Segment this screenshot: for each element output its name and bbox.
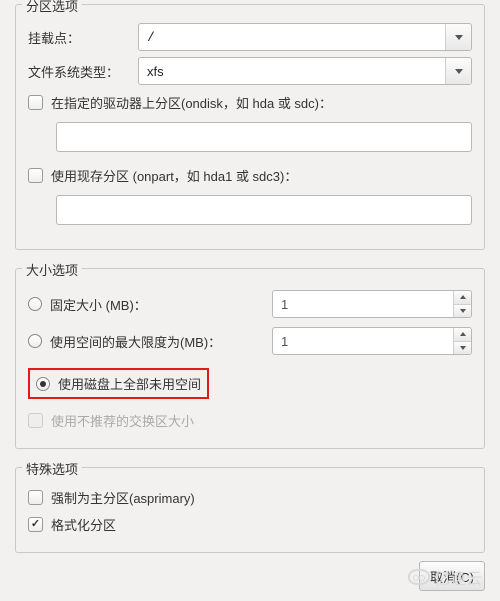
- mount-point-dropdown[interactable]: [445, 24, 471, 50]
- fixed-size-down[interactable]: [454, 305, 471, 318]
- max-size-radio[interactable]: [28, 334, 42, 348]
- max-size-value: 1: [273, 328, 453, 354]
- chevron-down-icon: [460, 346, 466, 350]
- partition-legend: 分区选项: [22, 0, 82, 15]
- chevron-down-icon: [455, 69, 463, 74]
- mount-point-combo[interactable]: /: [138, 23, 472, 51]
- fixed-size-up[interactable]: [454, 291, 471, 305]
- max-size-label: 使用空间的最大限度为(MB)：: [50, 332, 221, 351]
- fixed-size-value: 1: [273, 291, 453, 317]
- ondisk-label: 在指定的驱动器上分区(ondisk，如 hda 或 sdc)：: [51, 93, 332, 112]
- asprimary-label: 强制为主分区(asprimary): [51, 488, 195, 507]
- onpart-label: 使用现存分区 (onpart，如 hda1 或 sdc3)：: [51, 166, 297, 185]
- swap-size-label: 使用不推荐的交换区大小: [51, 411, 194, 430]
- fill-option-highlight: 使用磁盘上全部未用空间: [28, 368, 209, 399]
- onpart-input[interactable]: [56, 195, 472, 225]
- chevron-down-icon: [455, 35, 463, 40]
- ondisk-input[interactable]: [56, 122, 472, 152]
- max-size-spinner[interactable]: 1: [272, 327, 472, 355]
- fixed-size-label: 固定大小 (MB)：: [50, 295, 147, 314]
- partition-options-fieldset: 分区选项 挂载点： / 文件系统类型： xfs 在指定的驱动器上分区(ondis…: [15, 4, 485, 250]
- ondisk-checkbox[interactable]: [28, 95, 43, 110]
- cancel-button[interactable]: 取消(C): [419, 561, 485, 591]
- size-options-fieldset: 大小选项 固定大小 (MB)： 1 使用空间的最大限度为(MB)： 1 使用磁盘…: [15, 268, 485, 449]
- format-label: 格式化分区: [51, 515, 116, 534]
- max-size-up[interactable]: [454, 328, 471, 342]
- swap-size-checkbox: [28, 413, 43, 428]
- fill-unused-label: 使用磁盘上全部未用空间: [58, 374, 201, 393]
- fs-type-label: 文件系统类型：: [28, 62, 138, 81]
- fixed-size-spinner[interactable]: 1: [272, 290, 472, 318]
- fs-type-value: xfs: [139, 58, 445, 84]
- chevron-up-icon: [460, 332, 466, 336]
- format-checkbox[interactable]: [28, 517, 43, 532]
- fill-unused-radio[interactable]: [36, 377, 50, 391]
- mount-point-value: /: [139, 24, 445, 50]
- asprimary-checkbox[interactable]: [28, 490, 43, 505]
- dialog-buttons: 取消(C): [419, 561, 485, 591]
- special-legend: 特殊选项: [22, 459, 82, 478]
- size-legend: 大小选项: [22, 260, 82, 279]
- mount-point-label: 挂载点：: [28, 28, 138, 47]
- max-size-down[interactable]: [454, 342, 471, 355]
- special-options-fieldset: 特殊选项 强制为主分区(asprimary) 格式化分区: [15, 467, 485, 553]
- fs-type-dropdown[interactable]: [445, 58, 471, 84]
- fixed-size-radio[interactable]: [28, 297, 42, 311]
- fs-type-combo[interactable]: xfs: [138, 57, 472, 85]
- chevron-down-icon: [460, 309, 466, 313]
- onpart-checkbox[interactable]: [28, 168, 43, 183]
- chevron-up-icon: [460, 295, 466, 299]
